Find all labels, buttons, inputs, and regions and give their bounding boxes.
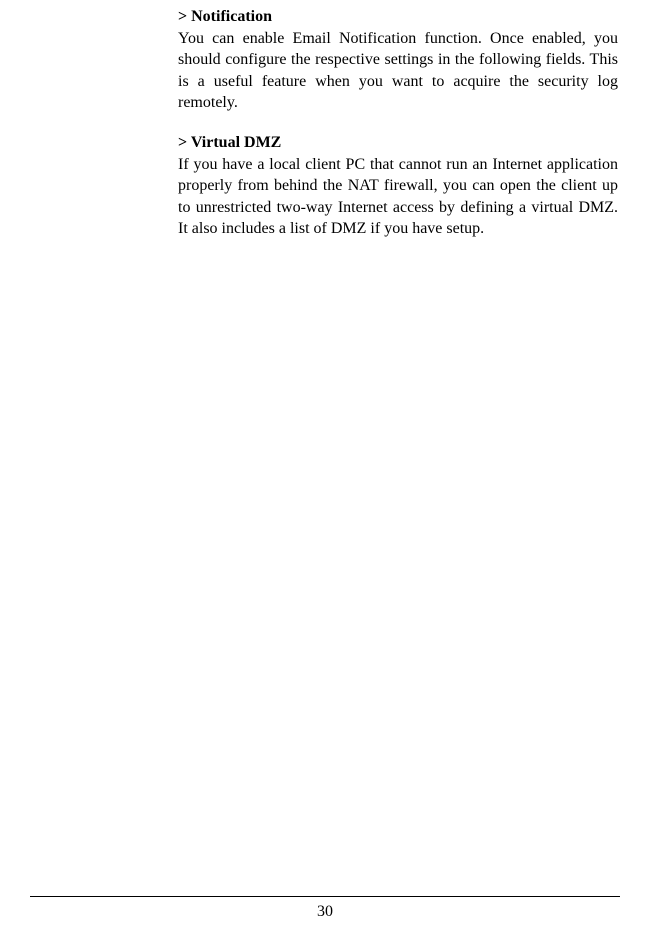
body-notification: You can enable Email Notification functi… — [178, 28, 618, 114]
heading-virtual-dmz: > Virtual DMZ — [178, 132, 618, 154]
page-content: > Notification You can enable Email Noti… — [178, 6, 618, 258]
page-number: 30 — [0, 903, 650, 921]
footer-rule — [30, 896, 620, 897]
section-virtual-dmz: > Virtual DMZ If you have a local client… — [178, 132, 618, 240]
heading-notification: > Notification — [178, 6, 618, 28]
body-virtual-dmz: If you have a local client PC that canno… — [178, 154, 618, 240]
document-page: > Notification You can enable Email Noti… — [0, 0, 650, 939]
section-notification: > Notification You can enable Email Noti… — [178, 6, 618, 114]
